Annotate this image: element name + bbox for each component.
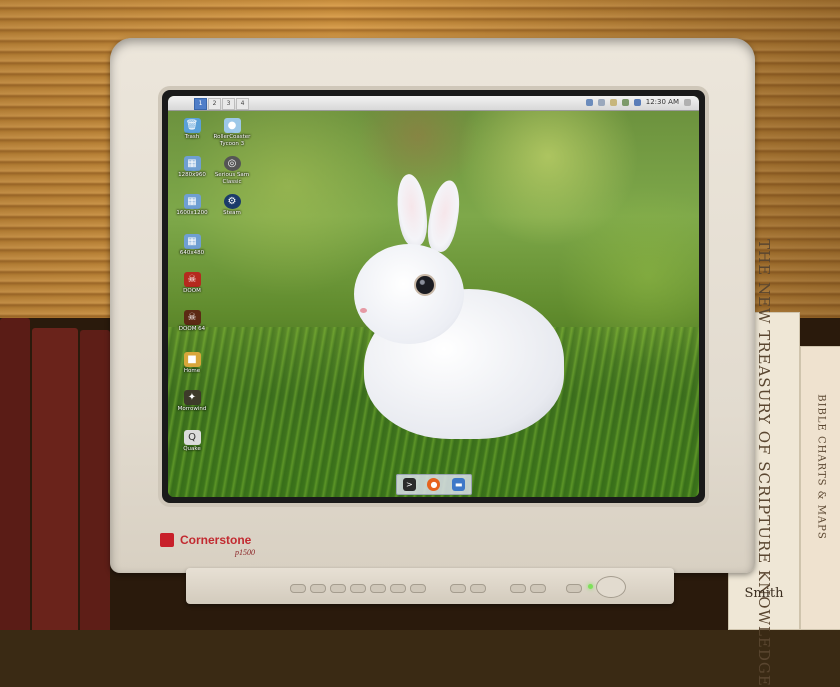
power-led-icon: [588, 584, 593, 589]
bunny-eye: [414, 274, 436, 296]
desktop-icon-rollercoaster-tycoon[interactable]: ● RollerCoaster Tycoon 3: [212, 118, 252, 148]
desktop-icon-morrowind[interactable]: ✦ Morrowind: [172, 390, 212, 413]
serious-sam-icon: ◎: [223, 156, 241, 171]
bunny-nose: [360, 308, 367, 313]
monitor-control-panel: [186, 568, 674, 604]
system-tray: 12:30 AM: [585, 98, 691, 106]
monitor-bezel: 1 2 3 4 12:30 AM 🗑 Trash ▦ 1280x960 ▦ 16…: [162, 90, 705, 503]
desktop-icon-1280x960[interactable]: ▦ 1280x960: [172, 156, 212, 179]
network-icon[interactable]: [585, 98, 593, 106]
icon-label: Home: [183, 368, 201, 374]
resolution-icon: ▦: [183, 234, 201, 249]
desktop-icon-home[interactable]: ■ Home: [172, 352, 212, 375]
desktop-icon-640x480[interactable]: ▦ 640x480: [172, 234, 212, 257]
resolution-icon: ▦: [183, 156, 201, 171]
icon-label: Steam: [223, 210, 241, 216]
monitor-control-button[interactable]: [450, 584, 466, 593]
icon-label: 1600x1200: [176, 210, 208, 216]
book-spine: [80, 330, 110, 630]
monitor-control-button[interactable]: [470, 584, 486, 593]
desktop-screen[interactable]: 1 2 3 4 12:30 AM 🗑 Trash ▦ 1280x960 ▦ 16…: [168, 96, 699, 497]
book-spine: [32, 328, 78, 630]
desktop-icon-doom64[interactable]: ☠ DOOM 64: [172, 310, 212, 333]
morrowind-icon: ✦: [183, 390, 201, 405]
monitor-model: p1500: [235, 548, 255, 557]
workspace-switcher: 1 2 3 4: [194, 98, 249, 110]
book-author: Smith: [744, 586, 784, 601]
folder-icon: ■: [183, 352, 201, 367]
icon-label: 640x480: [179, 250, 205, 256]
monitor-control-button[interactable]: [330, 584, 346, 593]
firefox-icon[interactable]: ●: [427, 478, 441, 491]
doom-icon: ☠: [183, 272, 201, 287]
trash-icon: 🗑: [183, 118, 201, 133]
battery-icon[interactable]: [621, 98, 629, 106]
icon-label: DOOM: [183, 288, 201, 294]
monitor-control-button[interactable]: [310, 584, 326, 593]
icon-label: RollerCoaster Tycoon 3: [213, 134, 251, 147]
quake-icon: Q: [183, 430, 201, 445]
icon-label: Trash: [184, 134, 200, 140]
display-icon[interactable]: [633, 98, 641, 106]
desktop-icon-serious-sam[interactable]: ◎ Serious Sam Classic: [212, 156, 252, 186]
desktop-icon-quake[interactable]: Q Quake: [172, 430, 212, 453]
files-icon[interactable]: ▬: [452, 478, 466, 491]
reference-book: BIBLE CHARTS & MAPS: [800, 346, 840, 630]
monitor-control-button[interactable]: [530, 584, 546, 593]
bottom-dock: > ● ▬: [396, 474, 472, 495]
desktop-icon-steam[interactable]: ⚙ Steam: [212, 194, 252, 217]
monitor-control-button[interactable]: [290, 584, 306, 593]
workspace-button[interactable]: 2: [208, 98, 221, 110]
icon-label: Serious Sam Classic: [214, 172, 250, 185]
clock[interactable]: 12:30 AM: [646, 98, 679, 106]
book-title: BIBLE CHARTS & MAPS: [815, 394, 827, 540]
book-title: THE NEW TREASURY OF SCRIPTURE KNOWLEDGE: [755, 239, 773, 687]
monitor-control-button[interactable]: [370, 584, 386, 593]
power-button[interactable]: [596, 576, 626, 598]
top-panel: 1 2 3 4 12:30 AM: [168, 96, 699, 111]
volume-icon[interactable]: [597, 98, 605, 106]
icon-label: 1280x960: [178, 172, 206, 178]
crt-monitor: 1 2 3 4 12:30 AM 🗑 Trash ▦ 1280x960 ▦ 16…: [110, 38, 755, 573]
icon-label: Quake: [183, 446, 201, 452]
icon-label: Morrowind: [177, 406, 207, 412]
bunny-head: [354, 244, 464, 344]
resolution-icon: ▦: [183, 194, 201, 209]
monitor-control-button[interactable]: [510, 584, 526, 593]
monitor-control-button[interactable]: [350, 584, 366, 593]
monitor-control-button[interactable]: [390, 584, 406, 593]
monitor-control-button[interactable]: [410, 584, 426, 593]
terminal-icon[interactable]: >: [402, 478, 416, 491]
desktop-icon-1600x1200[interactable]: ▦ 1600x1200: [172, 194, 212, 217]
desktop-icon-trash[interactable]: 🗑 Trash: [172, 118, 212, 141]
rollercoaster-tycoon-icon: ●: [223, 118, 241, 133]
book-spine: [0, 318, 30, 630]
brand-logo-icon: [160, 533, 174, 547]
monitor-brand: Cornerstone: [180, 533, 252, 547]
steam-icon: ⚙: [223, 194, 241, 209]
menu-icon[interactable]: [684, 98, 691, 106]
workspace-button[interactable]: 4: [236, 98, 249, 110]
workspace-button[interactable]: 3: [222, 98, 235, 110]
workspace-button[interactable]: 1: [194, 98, 207, 110]
icon-label: DOOM 64: [178, 326, 206, 332]
monitor-control-button[interactable]: [566, 584, 582, 593]
desktop-icon-doom[interactable]: ☠ DOOM: [172, 272, 212, 295]
doom64-icon: ☠: [183, 310, 201, 325]
clipboard-icon[interactable]: [609, 98, 617, 106]
